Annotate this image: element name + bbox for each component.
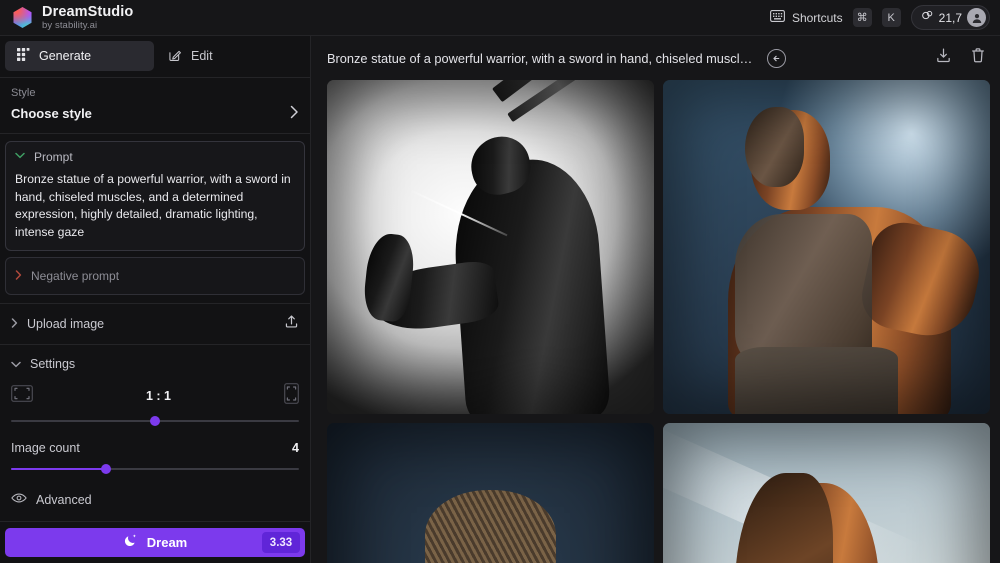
- results-header-actions: [935, 47, 986, 69]
- download-icon[interactable]: [935, 47, 952, 69]
- credits-button[interactable]: 21,7: [910, 5, 990, 30]
- trash-icon[interactable]: [970, 47, 986, 69]
- advanced-label: Advanced: [36, 493, 92, 507]
- style-row[interactable]: Choose style: [11, 105, 299, 122]
- generated-image-2[interactable]: [663, 80, 990, 414]
- grid-icon: [17, 48, 30, 64]
- style-value: Choose style: [11, 106, 92, 121]
- upload-icon[interactable]: [284, 314, 299, 334]
- results-header-left: Bronze statue of a powerful warrior, wit…: [327, 48, 786, 68]
- brand[interactable]: DreamStudio by stability.ai: [12, 3, 134, 31]
- main-panel: Bronze statue of a powerful warrior, wit…: [311, 36, 1000, 563]
- sidebar: Generate Edit Style Choose style Prompt …: [0, 36, 311, 563]
- tab-edit[interactable]: Edit: [156, 41, 305, 71]
- mode-tabs: Generate Edit: [0, 36, 310, 78]
- dream-cost-badge: 3.33: [262, 532, 300, 553]
- prompt-title: Prompt: [34, 150, 73, 164]
- aspect-ratio-row: 1 : 1: [11, 381, 299, 411]
- upload-image-row[interactable]: Upload image: [0, 303, 310, 344]
- caret-down-icon: [11, 355, 21, 373]
- advanced-row[interactable]: Advanced: [0, 479, 310, 521]
- settings-header[interactable]: Settings: [0, 344, 310, 375]
- aspect-ratio-value: 1 : 1: [145, 389, 171, 403]
- results-header: Bronze statue of a powerful warrior, wit…: [311, 36, 1000, 80]
- generated-image-3[interactable]: [327, 423, 654, 563]
- style-label: Style: [11, 87, 36, 99]
- brand-subtitle: by stability.ai: [42, 20, 98, 31]
- tab-generate[interactable]: Generate: [5, 41, 154, 71]
- arrow-circle-left-icon[interactable]: [767, 48, 786, 68]
- style-section[interactable]: Style Choose style: [0, 78, 310, 134]
- dreamstudio-app: DreamStudio by stability.ai Shortcuts ⌘ …: [0, 0, 1000, 563]
- dream-button[interactable]: Dream 3.33: [5, 528, 305, 557]
- generated-image-1[interactable]: [327, 80, 654, 414]
- image-count-label: Image count: [11, 441, 80, 455]
- portrait-frame-icon[interactable]: [284, 383, 299, 409]
- tab-generate-label: Generate: [39, 49, 92, 63]
- negative-prompt-title: Negative prompt: [31, 269, 120, 283]
- prompt-box[interactable]: Prompt Bronze statue of a powerful warri…: [5, 141, 305, 251]
- caret-down-icon: [15, 152, 25, 162]
- image-count-row: Image count 4: [11, 441, 299, 455]
- brand-title: DreamStudio: [42, 3, 134, 20]
- vignette-3: [327, 423, 654, 563]
- results-grid: [311, 80, 1000, 563]
- image-count-slider[interactable]: [11, 461, 299, 477]
- shortcuts-label: Shortcuts: [791, 10, 843, 25]
- vignette-1: [327, 80, 654, 414]
- settings-header-left: Settings: [11, 355, 75, 373]
- moon-sparkle-icon: [123, 533, 138, 553]
- prompt-header[interactable]: Prompt: [15, 150, 295, 164]
- shortcut-key-modifier[interactable]: ⌘: [852, 8, 872, 27]
- prompt-section: Prompt Bronze statue of a powerful warri…: [0, 134, 310, 251]
- chevron-right-icon: [290, 105, 299, 122]
- credits-value: 21,7: [938, 10, 962, 25]
- vignette-2: [663, 80, 990, 414]
- top-bar: DreamStudio by stability.ai Shortcuts ⌘ …: [0, 0, 1000, 36]
- prompt-input[interactable]: Bronze statue of a powerful warrior, wit…: [15, 171, 295, 241]
- dream-button-container: Dream 3.33: [0, 521, 310, 563]
- app-body: Generate Edit Style Choose style Prompt …: [0, 36, 1000, 563]
- negative-prompt-section: Negative prompt: [0, 251, 310, 295]
- dreamstudio-logo: [13, 7, 32, 28]
- keyboard-icon: [769, 9, 785, 27]
- eye-icon: [11, 491, 27, 509]
- tab-edit-label: Edit: [191, 49, 213, 63]
- user-avatar-icon[interactable]: [967, 8, 986, 27]
- top-bar-right: Shortcuts ⌘ K 21,7: [769, 5, 990, 30]
- upload-image-left: Upload image: [11, 315, 104, 333]
- caret-right-icon: [15, 267, 22, 285]
- negative-prompt-box[interactable]: Negative prompt: [5, 257, 305, 295]
- landscape-frame-icon[interactable]: [11, 385, 33, 407]
- results-title: Bronze statue of a powerful warrior, wit…: [327, 50, 757, 66]
- generated-image-4[interactable]: [663, 423, 990, 563]
- vignette-4: [663, 423, 990, 563]
- aspect-ratio-slider-thumb[interactable]: [150, 416, 160, 426]
- upload-image-label: Upload image: [27, 317, 105, 331]
- caret-right-icon: [11, 315, 18, 333]
- image-count-value: 4: [292, 441, 299, 455]
- aspect-ratio-slider[interactable]: [11, 413, 299, 429]
- image-count-slider-fill: [11, 468, 107, 470]
- image-count-slider-thumb[interactable]: [101, 464, 112, 474]
- dream-button-label: Dream: [146, 535, 188, 550]
- settings-body: 1 : 1 Image count 4: [0, 375, 310, 479]
- credits-coin-icon: [921, 9, 934, 27]
- brand-text: DreamStudio by stability.ai: [42, 3, 134, 31]
- shortcuts-button[interactable]: Shortcuts: [769, 9, 843, 27]
- shortcut-key-letter[interactable]: K: [881, 8, 901, 27]
- pencil-square-icon: [168, 48, 182, 65]
- settings-label: Settings: [30, 357, 76, 371]
